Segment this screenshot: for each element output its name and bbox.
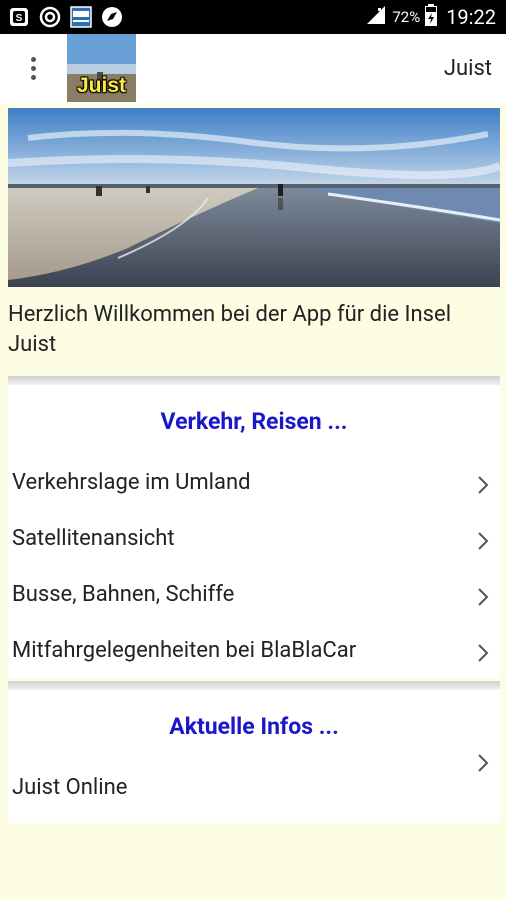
hero-beach-image (8, 108, 500, 287)
section-title: Aktuelle Infos ... (169, 713, 339, 740)
status-time: 19:22 (446, 5, 496, 29)
section-divider (8, 376, 500, 385)
svg-text:S: S (16, 13, 23, 24)
welcome-text: Herzlich Willkommen bei der App für die … (8, 302, 452, 357)
news-app-icon (70, 6, 92, 28)
chevron-right-icon (478, 754, 489, 772)
list-item-label: Satellitenansicht (12, 526, 175, 551)
battery-percent: 72% (392, 8, 421, 26)
section-divider (8, 681, 500, 690)
list-item-label: Juist Online (12, 775, 128, 800)
chevron-right-icon (478, 532, 489, 550)
status-bar: S 72% 19:22 (0, 0, 506, 34)
list-item-verkehrslage[interactable]: Verkehrslage im Umland (8, 456, 500, 512)
list-item-busse-bahnen-schiffe[interactable]: Busse, Bahnen, Schiffe (8, 568, 500, 624)
screenshot-icon: S (8, 6, 30, 28)
chevron-right-icon (478, 476, 489, 494)
chevron-right-icon (478, 644, 489, 662)
sync-icon (39, 6, 61, 28)
battery-charging-icon (425, 3, 438, 31)
list-item-satellitenansicht[interactable]: Satellitenansicht (8, 512, 500, 568)
compass-icon (101, 6, 123, 28)
list-item-mitfahrgelegenheiten[interactable]: Mitfahrgelegenheiten bei BlaBlaCar (8, 624, 500, 680)
section-card-aktuelle-infos: Aktuelle Infos ... Juist Online (8, 681, 500, 823)
section-title: Verkehr, Reisen ... (160, 408, 348, 435)
app-bar: Juist Juist (0, 34, 506, 104)
signal-icon (365, 5, 387, 30)
list-item-label: Verkehrslage im Umland (12, 470, 251, 495)
overflow-menu-icon[interactable] (22, 53, 46, 85)
chevron-right-icon (478, 588, 489, 606)
app-logo[interactable]: Juist (67, 34, 136, 102)
app-logo-text: Juist (76, 74, 126, 97)
app-title: Juist (443, 56, 492, 81)
list-item-label: Busse, Bahnen, Schiffe (12, 582, 235, 607)
list-item-juist-online[interactable]: Juist Online (8, 753, 500, 813)
list-item-label: Mitfahrgelegenheiten bei BlaBlaCar (12, 638, 357, 663)
section-card-verkehr: Verkehr, Reisen ... Verkehrslage im Umla… (8, 376, 500, 678)
